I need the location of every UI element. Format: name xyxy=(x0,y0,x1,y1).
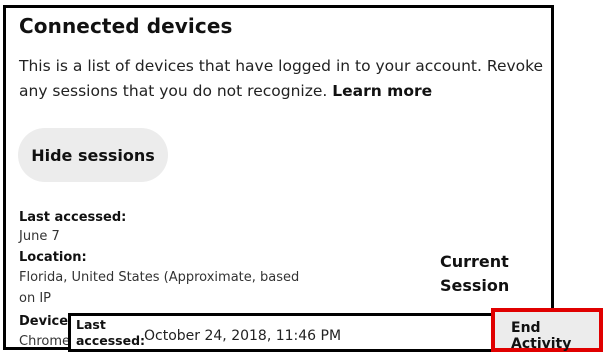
popup-last-accessed-label: Last accessed: xyxy=(76,317,145,349)
last-accessed-value: June 7 xyxy=(19,229,60,244)
device-value: Chrome xyxy=(19,334,70,349)
end-activity-button[interactable]: End Activity xyxy=(491,308,603,352)
current-session-line2: Session xyxy=(440,276,510,295)
current-session-line1: Current xyxy=(440,252,509,271)
location-value-line2: on IP xyxy=(19,291,51,306)
session-details-popup: Last accessed: October 24, 2018, 11:46 P… xyxy=(68,313,560,352)
popup-last-accessed-value: October 24, 2018, 11:46 PM xyxy=(144,328,342,344)
current-session-badge: Current Session xyxy=(440,250,509,298)
section-description: This is a list of devices that have logg… xyxy=(19,54,549,104)
popup-label-line2: accessed: xyxy=(76,333,146,348)
connected-devices-panel: Connected devices This is a list of devi… xyxy=(3,5,554,350)
popup-label-line1: Last xyxy=(76,317,106,332)
hide-sessions-button[interactable]: Hide sessions xyxy=(18,128,168,182)
location-value-line1: Florida, United States (Approximate, bas… xyxy=(19,270,300,285)
description-text: This is a list of devices that have logg… xyxy=(19,57,544,100)
device-label: Device xyxy=(19,314,69,329)
section-title: Connected devices xyxy=(19,14,233,38)
location-label: Location: xyxy=(19,250,87,265)
learn-more-link[interactable]: Learn more xyxy=(332,82,432,100)
last-accessed-label: Last accessed: xyxy=(19,210,127,225)
